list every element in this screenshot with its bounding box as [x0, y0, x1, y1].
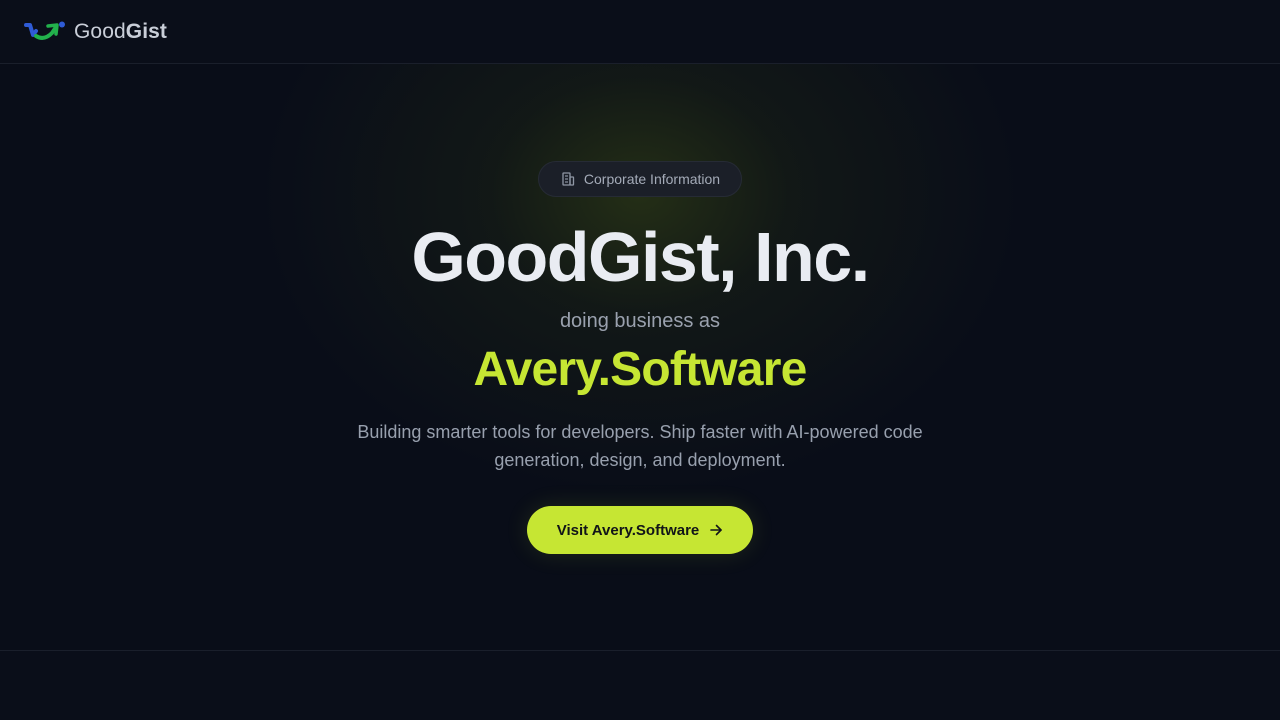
hero-section: Corporate Information GoodGist, Inc. doi…	[0, 64, 1280, 650]
visit-site-button[interactable]: Visit Avery.Software	[527, 506, 753, 554]
site-header: GoodGist	[0, 0, 1280, 64]
logo-text-light: Good	[74, 19, 126, 43]
logo-text: GoodGist	[74, 20, 167, 44]
page-title: GoodGist, Inc.	[411, 218, 870, 296]
goodgist-logo-icon	[24, 21, 65, 40]
site-footer	[0, 651, 1280, 720]
cta-label: Visit Avery.Software	[556, 521, 700, 539]
hero-description: Building smarter tools for developers. S…	[357, 422, 923, 470]
logo-link[interactable]: GoodGist	[24, 20, 167, 44]
badge-label: Corporate Information	[583, 171, 721, 187]
arrow-right-icon	[710, 524, 723, 536]
corporate-info-badge: Corporate Information	[538, 161, 742, 197]
brand-name: Avery.Software	[473, 343, 808, 396]
dba-label: doing business as	[559, 310, 721, 332]
page: GoodGist Corporate Information GoodGist,…	[0, 0, 1280, 720]
building-icon	[562, 172, 575, 186]
logo-text-bold: Gist	[125, 19, 168, 43]
